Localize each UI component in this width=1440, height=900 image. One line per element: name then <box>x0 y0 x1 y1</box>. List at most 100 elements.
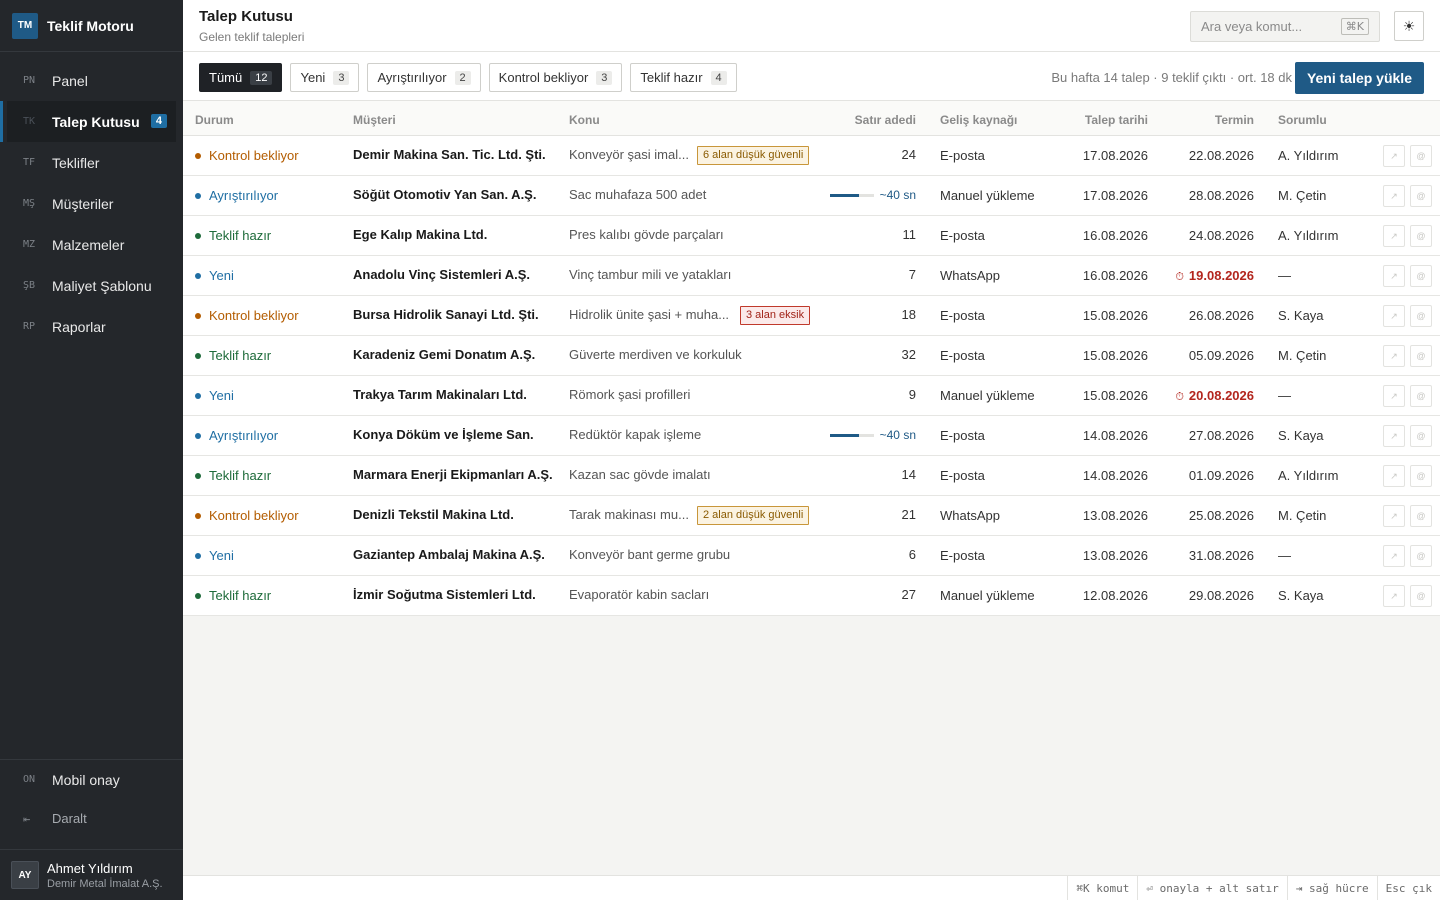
email-button[interactable]: @ <box>1410 585 1432 607</box>
collapse-button[interactable]: ⇤ Daralt <box>0 799 183 838</box>
mail-icon: @ <box>1416 511 1426 521</box>
open-request-button[interactable]: ↗ <box>1383 225 1405 247</box>
sidebar-item-panel[interactable]: PN Panel <box>0 60 183 101</box>
table-row[interactable]: Teklif hazır Karadeniz Gemi Donatım A.Ş. G… <box>183 336 1440 376</box>
customer-name[interactable]: Karadeniz Gemi Donatım A.Ş. <box>353 347 535 362</box>
column-subject[interactable]: Konu <box>569 113 600 127</box>
column-source[interactable]: Geliş kaynağı <box>940 113 1017 127</box>
user-profile[interactable]: AY Ahmet Yıldırım Demir Metal İmalat A.Ş… <box>0 849 183 900</box>
email-button[interactable]: @ <box>1410 305 1432 327</box>
user-name: Ahmet Yıldırım <box>47 860 133 876</box>
line-count: 11 <box>902 227 917 242</box>
table-row[interactable]: Teklif hazır Marmara Enerji Ekipmanları A… <box>183 456 1440 496</box>
status-dot <box>195 432 201 439</box>
table-row[interactable]: Kontrol bekliyor Denizli Tekstil Makina L… <box>183 496 1440 536</box>
email-button[interactable]: @ <box>1410 225 1432 247</box>
sidebar-item-teklifler[interactable]: TF Teklifler <box>0 142 183 183</box>
open-request-button[interactable]: ↗ <box>1383 465 1405 487</box>
status-label: Ayrıştırılıyor <box>209 188 279 203</box>
open-request-button[interactable]: ↗ <box>1383 185 1405 207</box>
open-request-button[interactable]: ↗ <box>1383 545 1405 567</box>
filter-chip[interactable]: Yeni 3 <box>290 63 360 92</box>
status-cell: Kontrol bekliyor <box>195 148 299 163</box>
column-status[interactable]: Durum <box>195 113 234 127</box>
filter-chip[interactable]: Teklif hazır 4 <box>630 63 737 92</box>
search-input[interactable] <box>1201 19 1331 34</box>
open-request-button[interactable]: ↗ <box>1383 145 1405 167</box>
status-label: Teklif hazır <box>209 588 272 603</box>
sidebar-item-mobile-approval[interactable]: ON Mobil onay <box>0 760 183 799</box>
request-date: 17.08.2026 <box>1082 188 1148 203</box>
open-request-button[interactable]: ↗ <box>1383 385 1405 407</box>
brand[interactable]: TM Teklif Motoru <box>0 0 183 52</box>
open-request-button[interactable]: ↗ <box>1383 345 1405 367</box>
column-owner[interactable]: Sorumlu <box>1278 113 1327 127</box>
open-request-button[interactable]: ↗ <box>1383 425 1405 447</box>
email-button[interactable]: @ <box>1410 505 1432 527</box>
shortcut-hint: ⌘K komut <box>1067 875 1137 900</box>
filter-label: Tümü <box>209 70 243 85</box>
open-request-button[interactable]: ↗ <box>1383 505 1405 527</box>
email-button[interactable]: @ <box>1410 185 1432 207</box>
email-button[interactable]: @ <box>1410 465 1432 487</box>
table-row[interactable]: Ayrıştırılıyor Söğüt Otomotiv Yan San. A.… <box>183 176 1440 216</box>
filter-chip[interactable]: Kontrol bekliyor 3 <box>488 63 623 92</box>
email-button[interactable]: @ <box>1410 145 1432 167</box>
request-date: 13.08.2026 <box>1082 508 1148 523</box>
email-button[interactable]: @ <box>1410 265 1432 287</box>
column-customer[interactable]: Müşteri <box>353 113 396 127</box>
table-row[interactable]: Yeni Gaziantep Ambalaj Makina A.Ş. Konveyö… <box>183 536 1440 576</box>
email-button[interactable]: @ <box>1410 345 1432 367</box>
table-row[interactable]: Kontrol bekliyor Demir Makina San. Tic. L… <box>183 136 1440 176</box>
email-button[interactable]: @ <box>1410 545 1432 567</box>
nav-label: Teklifler <box>52 154 100 171</box>
deadline: 22.08.2026 <box>1189 148 1254 163</box>
deadline: 31.08.2026 <box>1189 548 1254 563</box>
open-request-button[interactable]: ↗ <box>1383 585 1405 607</box>
column-request-date[interactable]: Talep tarihi <box>1085 113 1148 127</box>
column-deadline[interactable]: Termin <box>1215 113 1254 127</box>
filter-chip[interactable]: Ayrıştırılıyor 2 <box>367 63 481 92</box>
status-filters: Tümü 12 Yeni 3 Ayrıştırılıyor 2 Kontrol bekliy… <box>199 63 737 92</box>
customer-name[interactable]: Marmara Enerji Ekipmanları A.Ş. <box>353 467 553 482</box>
customer-name[interactable]: İzmir Soğutma Sistemleri Ltd. <box>353 587 536 602</box>
open-request-button[interactable]: ↗ <box>1383 305 1405 327</box>
customer-name[interactable]: Ege Kalıp Makina Ltd. <box>353 227 487 242</box>
customer-name[interactable]: Anadolu Vinç Sistemleri A.Ş. <box>353 267 530 282</box>
owner: M. Çetin <box>1278 508 1327 523</box>
sidebar-item-müşteriler[interactable]: MŞ Müşteriler <box>0 183 183 224</box>
table-row[interactable]: Yeni Anadolu Vinç Sistemleri A.Ş. Vinç tam… <box>183 256 1440 296</box>
sidebar-item-talep-kutusu[interactable]: TK Talep Kutusu 4 <box>0 101 176 142</box>
customer-name[interactable]: Demir Makina San. Tic. Ltd. Şti. <box>353 147 546 162</box>
email-button[interactable]: @ <box>1410 385 1432 407</box>
customer-name[interactable]: Söğüt Otomotiv Yan San. A.Ş. <box>353 187 536 202</box>
filter-chip[interactable]: Tümü 12 <box>199 63 283 92</box>
sidebar-item-malzemeler[interactable]: MZ Malzemeler <box>0 224 183 265</box>
search-box[interactable]: ⌘K <box>1190 11 1380 42</box>
customer-name[interactable]: Konya Döküm ve İşleme San. <box>353 427 534 442</box>
customer-name[interactable]: Denizli Tekstil Makina Ltd. <box>353 507 514 522</box>
customer-name[interactable]: Gaziantep Ambalaj Makina A.Ş. <box>353 547 545 562</box>
status-label: Teklif hazır <box>209 348 272 363</box>
sidebar-item-maliyet-şablonu[interactable]: ŞB Maliyet Şablonu <box>0 265 183 306</box>
status-cell: Yeni <box>195 268 234 283</box>
table-row[interactable]: Yeni Trakya Tarım Makinaları Ltd. Römork ş… <box>183 376 1440 416</box>
table-row[interactable]: Teklif hazır Ege Kalıp Makina Ltd. Pres ka… <box>183 216 1440 256</box>
status-label: Ayrıştırılıyor <box>209 428 279 443</box>
customer-name[interactable]: Bursa Hidrolik Sanayi Ltd. Şti. <box>353 307 539 322</box>
status-cell: Teklif hazır <box>195 228 271 243</box>
table-row[interactable]: Kontrol bekliyor Bursa Hidrolik Sanayi Lt… <box>183 296 1440 336</box>
email-button[interactable]: @ <box>1410 425 1432 447</box>
table-row[interactable]: Teklif hazır İzmir Soğutma Sistemleri Ltd… <box>183 576 1440 616</box>
theme-toggle-button[interactable]: ☀ <box>1394 11 1424 41</box>
table-row[interactable]: Ayrıştırılıyor Konya Döküm ve İşleme San.… <box>183 416 1440 456</box>
customer-name[interactable]: Trakya Tarım Makinaları Ltd. <box>353 387 527 402</box>
sidebar-item-raporlar[interactable]: RP Raporlar <box>0 306 183 347</box>
warning-tag[interactable]: 6 alan düşük güvenli <box>697 146 810 165</box>
warning-tag[interactable]: 2 alan düşük güvenli <box>697 506 810 525</box>
request-date: 17.08.2026 <box>1082 148 1148 163</box>
column-qty[interactable]: Satır adedi <box>855 113 916 127</box>
upload-request-button[interactable]: Yeni talep yükle <box>1294 62 1424 94</box>
warning-tag[interactable]: 3 alan eksik <box>740 306 811 325</box>
open-request-button[interactable]: ↗ <box>1383 265 1405 287</box>
